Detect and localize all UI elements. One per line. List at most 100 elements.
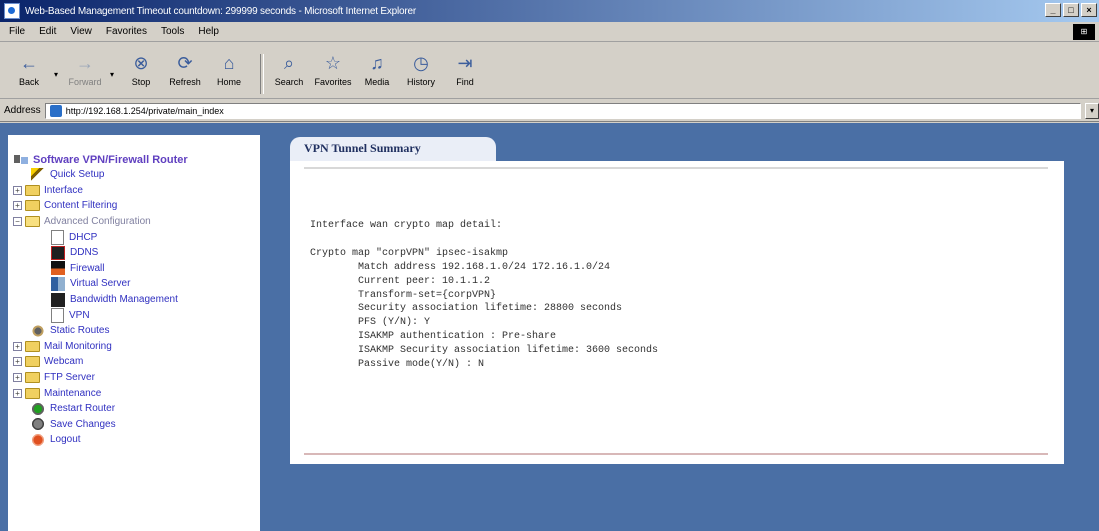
nav-content-filtering-label: Content Filtering: [44, 200, 118, 212]
forward-label: Forward: [68, 77, 102, 87]
nav-ddns[interactable]: DDNS: [13, 245, 188, 261]
nav-interface[interactable]: + Interface: [13, 183, 188, 199]
find-icon: ⇥: [457, 52, 473, 73]
back-dropdown-icon[interactable]: ▾: [54, 70, 62, 79]
nav-root[interactable]: Software VPN/Firewall Router: [13, 153, 188, 167]
tab-vpn-tunnel-summary[interactable]: VPN Tunnel Summary: [290, 137, 496, 161]
routes-icon: [31, 323, 45, 338]
nav-dhcp[interactable]: DHCP: [13, 229, 188, 245]
folder-open-icon: [25, 216, 40, 228]
menu-favorites[interactable]: Favorites: [106, 26, 147, 37]
firewall-icon: [51, 261, 65, 276]
expand-icon[interactable]: +: [13, 341, 22, 351]
nav-content-filtering[interactable]: + Content Filtering: [13, 198, 188, 214]
back-button[interactable]: ← Back: [10, 48, 48, 98]
folder-icon: [25, 200, 40, 212]
favorites-label: Favorites: [314, 77, 352, 87]
console-line: Crypto map "corpVPN" ipsec-isakmp: [310, 247, 509, 259]
close-button[interactable]: ×: [1081, 3, 1097, 17]
expand-icon[interactable]: +: [13, 201, 22, 211]
nav-dhcp-label: DHCP: [69, 231, 98, 243]
folder-icon: [25, 340, 40, 352]
forward-button[interactable]: → Forward: [66, 48, 104, 98]
nav-logout[interactable]: Logout: [13, 432, 188, 448]
nav-root-label: Software VPN/Firewall Router: [33, 154, 188, 166]
media-label: Media: [364, 77, 390, 87]
restart-icon: [31, 401, 45, 416]
find-label: Find: [456, 77, 474, 87]
bottom-divider: [304, 453, 1048, 455]
minimize-button[interactable]: _: [1045, 3, 1061, 17]
find-button[interactable]: ⇥ Find: [446, 48, 484, 98]
history-label: History: [406, 77, 435, 87]
folder-icon: [25, 387, 40, 399]
console-line: Transform-set={corpVPN}: [310, 289, 497, 301]
console-line: Interface wan crypto map detail:: [310, 220, 503, 231]
nav-restart-router[interactable]: Restart Router: [13, 401, 188, 417]
menu-file[interactable]: File: [9, 26, 25, 37]
console-line: Match address 192.168.1.0/24 172.16.1.0/…: [310, 261, 611, 273]
nav-firewall[interactable]: Firewall: [13, 261, 188, 277]
nav-logout-label: Logout: [50, 434, 81, 446]
history-button[interactable]: ◷ History: [402, 48, 440, 98]
expand-icon[interactable]: +: [13, 388, 22, 398]
forward-arrow-icon: →: [76, 52, 94, 73]
console-line: Current peer: 10.1.1.2: [310, 275, 491, 287]
nav-webcam[interactable]: + Webcam: [13, 354, 188, 370]
stop-icon: ⊗: [133, 52, 149, 73]
logout-icon: [31, 432, 45, 447]
document-icon: [51, 229, 64, 245]
menu-edit[interactable]: Edit: [39, 26, 56, 37]
favorites-icon: ☆: [324, 52, 342, 73]
home-button[interactable]: ⌂ Home: [210, 48, 248, 98]
nav-save-changes[interactable]: Save Changes: [13, 417, 188, 433]
nav-vpn[interactable]: VPN: [13, 307, 188, 323]
maximize-button[interactable]: □: [1063, 3, 1079, 17]
nav-advanced-configuration[interactable]: − Advanced Configuration: [13, 214, 188, 230]
toolbar: ← Back ▾ → Forward ▾ ⊗ Stop ⟳ Refresh ⌂ …: [0, 43, 1099, 99]
nav-static-routes[interactable]: Static Routes: [13, 323, 188, 339]
nav-maintenance[interactable]: + Maintenance: [13, 385, 188, 401]
home-label: Home: [216, 77, 241, 87]
windows-logo-icon: ⊞: [1073, 24, 1095, 40]
favorites-button[interactable]: ☆ Favorites: [314, 48, 352, 98]
search-button[interactable]: ⌕ Search: [270, 48, 308, 98]
nav-mail-monitoring[interactable]: + Mail Monitoring: [13, 339, 188, 355]
history-icon: ◷: [413, 52, 429, 73]
media-icon: ♫: [370, 52, 384, 73]
sidebar: Software VPN/Firewall Router Quick Setup…: [8, 135, 260, 531]
nav-ftp-server[interactable]: + FTP Server: [13, 370, 188, 386]
back-arrow-icon: ←: [20, 52, 38, 73]
console-line: ISAKMP authentication : Pre-share: [310, 331, 557, 343]
top-divider: [304, 167, 1048, 169]
expand-icon[interactable]: +: [13, 185, 22, 195]
menu-bar: File Edit View Favorites Tools Help: [0, 22, 1099, 42]
forward-dropdown-icon[interactable]: ▾: [110, 70, 118, 79]
folder-icon: [25, 372, 40, 384]
save-icon: [31, 417, 45, 432]
server-icon: [51, 276, 65, 291]
expand-icon[interactable]: +: [13, 373, 22, 383]
refresh-icon: ⟳: [177, 52, 193, 73]
expand-icon[interactable]: +: [13, 357, 22, 367]
nav-bandwidth-management[interactable]: Bandwidth Management: [13, 292, 188, 308]
menu-view[interactable]: View: [70, 26, 92, 37]
refresh-button[interactable]: ⟳ Refresh: [166, 48, 204, 98]
media-button[interactable]: ♫ Media: [358, 48, 396, 98]
bandwidth-icon: [51, 292, 65, 307]
address-bar: Address http://192.168.1.254/private/mai…: [0, 100, 1099, 122]
folder-icon: [25, 184, 40, 196]
nav-static-routes-label: Static Routes: [50, 325, 110, 337]
menu-help[interactable]: Help: [198, 26, 219, 37]
stop-button[interactable]: ⊗ Stop: [122, 48, 160, 98]
nav-quick-setup[interactable]: Quick Setup: [13, 167, 188, 183]
home-icon: ⌂: [223, 52, 235, 73]
menu-tools[interactable]: Tools: [161, 26, 184, 37]
nav-ftp-server-label: FTP Server: [44, 372, 95, 384]
nav-maintenance-label: Maintenance: [44, 387, 102, 399]
collapse-icon[interactable]: −: [13, 217, 22, 227]
address-dropdown-icon[interactable]: ▾: [1085, 102, 1099, 119]
nav-virtual-server[interactable]: Virtual Server: [13, 276, 188, 292]
address-input[interactable]: http://192.168.1.254/private/main_index: [44, 102, 1081, 119]
nav-vpn-label: VPN: [69, 309, 90, 321]
